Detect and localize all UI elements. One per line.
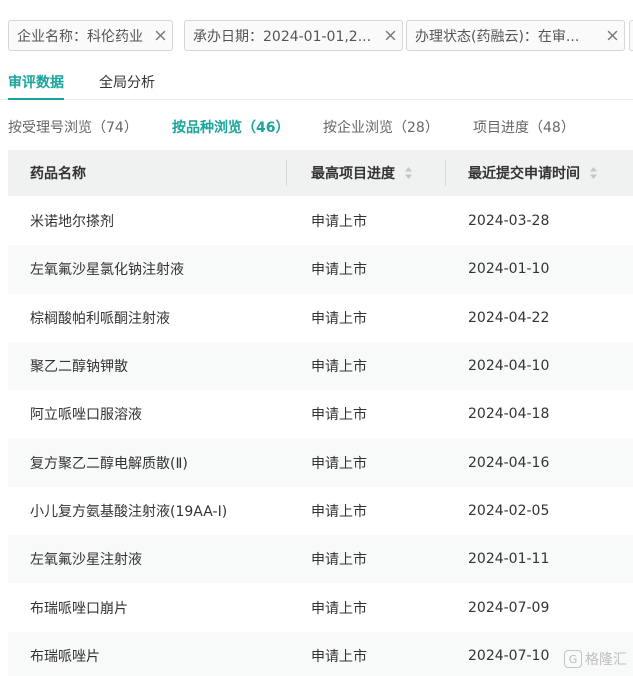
cell-drug-name[interactable]: 布瑞哌唑口崩片: [30, 583, 128, 631]
filter-chip-label: 承办日期：2024-01-01,2...: [193, 28, 372, 45]
filter-chip-label: 办理状态(药融云)：在审...: [415, 28, 580, 45]
cell-drug-name[interactable]: 米诺地尔搽剂: [30, 197, 114, 245]
watermark-text: 格隆汇: [585, 652, 627, 668]
main-tabs: 审评数据 全局分析: [0, 62, 633, 100]
close-icon[interactable]: [600, 21, 624, 50]
filter-chip-label: 企业名称：科伦药业: [17, 28, 143, 45]
subtab-by-company[interactable]: 按企业浏览（28）: [323, 117, 439, 137]
cell-date: 2024-03-28: [468, 213, 550, 230]
cell-drug-name[interactable]: 布瑞哌唑片: [30, 632, 100, 676]
cell-date: 2024-07-09: [468, 599, 550, 616]
filter-chip-status[interactable]: 办理状态(药融云)：在审...: [406, 20, 625, 51]
table-row[interactable]: 阿立哌唑口服溶液 申请上市 2024-04-18: [8, 390, 633, 438]
cell-progress: 申请上市: [311, 214, 367, 231]
close-icon[interactable]: [378, 21, 402, 50]
cell-progress: 申请上市: [311, 455, 367, 472]
cell-date: 2024-02-05: [468, 502, 550, 519]
cell-date: 2024-04-10: [468, 358, 550, 375]
cell-drug-name[interactable]: 复方聚乙二醇电解质散(Ⅱ): [30, 438, 188, 486]
cell-date: 2024-01-11: [468, 551, 550, 568]
cell-progress: 申请上市: [311, 503, 367, 520]
cell-progress: 申请上市: [311, 600, 367, 617]
tab-global-analysis[interactable]: 全局分析: [99, 72, 155, 100]
tab-review-data[interactable]: 审评数据: [8, 72, 64, 100]
table-row[interactable]: 聚乙二醇钠钾散 申请上市 2024-04-10: [8, 341, 633, 391]
column-header-label: 最高项目进度: [311, 166, 395, 182]
table-header: 药品名称 最高项目进度 最近提交申请时间: [8, 150, 633, 196]
watermark: G 格隆汇: [564, 649, 627, 669]
subtab-by-variety[interactable]: 按品种浏览（46）: [172, 117, 289, 137]
cell-drug-name[interactable]: 阿立哌唑口服溶液: [30, 390, 142, 438]
cell-drug-name[interactable]: 棕榈酸帕利哌酮注射液: [30, 294, 170, 342]
column-header-progress[interactable]: 最高项目进度: [311, 150, 413, 196]
filter-chip-more[interactable]: [629, 20, 633, 51]
sort-icon[interactable]: [404, 165, 413, 181]
table-row[interactable]: 布瑞哌唑片 申请上市 2024-07-10: [8, 631, 633, 676]
cell-progress: 申请上市: [311, 262, 367, 279]
watermark-logo-icon: G: [564, 650, 582, 668]
cell-drug-name[interactable]: 左氧氟沙星注射液: [30, 535, 142, 583]
table-row[interactable]: 棕榈酸帕利哌酮注射液 申请上市 2024-04-22: [8, 294, 633, 342]
close-icon[interactable]: [148, 21, 172, 50]
subtab-progress[interactable]: 项目进度（48）: [473, 117, 575, 137]
column-header-drug-name: 药品名称: [30, 150, 86, 196]
sort-icon[interactable]: [589, 165, 598, 181]
table-row[interactable]: 复方聚乙二醇电解质散(Ⅱ) 申请上市 2024-04-16: [8, 438, 633, 487]
column-header-label: 药品名称: [30, 166, 86, 182]
cell-drug-name[interactable]: 聚乙二醇钠钾散: [30, 342, 128, 390]
cell-date: 2024-07-10: [468, 647, 550, 664]
cell-progress: 申请上市: [311, 310, 367, 327]
column-header-label: 最近提交申请时间: [468, 166, 580, 182]
filter-chips: 企业名称：科伦药业 承办日期：2024-01-01,2... 办理状态(药融云)…: [8, 20, 633, 52]
filter-chip-company[interactable]: 企业名称：科伦药业: [8, 20, 173, 51]
column-header-latest-date[interactable]: 最近提交申请时间: [468, 150, 598, 196]
table-row[interactable]: 左氧氟沙星注射液 申请上市 2024-01-11: [8, 535, 633, 584]
cell-progress: 申请上市: [311, 359, 367, 376]
column-divider[interactable]: [445, 160, 446, 186]
cell-date: 2024-01-10: [468, 261, 550, 278]
cell-drug-name[interactable]: 左氧氟沙星氯化钠注射液: [30, 245, 184, 293]
cell-progress: 申请上市: [311, 648, 367, 665]
subtab-by-acceptance-no[interactable]: 按受理号浏览（74）: [8, 117, 138, 137]
table-row[interactable]: 左氧氟沙星氯化钠注射液 申请上市 2024-01-10: [8, 245, 633, 294]
table-body: 米诺地尔搽剂 申请上市 2024-03-28 左氧氟沙星氯化钠注射液 申请上市 …: [8, 197, 633, 676]
cell-progress: 申请上市: [311, 552, 367, 569]
cell-date: 2024-04-16: [468, 454, 550, 471]
filter-chip-date[interactable]: 承办日期：2024-01-01,2...: [184, 20, 403, 51]
table-row[interactable]: 布瑞哌唑口崩片 申请上市 2024-07-09: [8, 583, 633, 631]
column-divider[interactable]: [286, 160, 287, 186]
table-row[interactable]: 小儿复方氨基酸注射液(19AA-Ⅰ) 申请上市 2024-02-05: [8, 487, 633, 535]
cell-date: 2024-04-22: [468, 309, 550, 326]
cell-date: 2024-04-18: [468, 406, 550, 423]
cell-drug-name[interactable]: 小儿复方氨基酸注射液(19AA-Ⅰ): [30, 487, 227, 535]
cell-progress: 申请上市: [311, 407, 367, 424]
table-row[interactable]: 米诺地尔搽剂 申请上市 2024-03-28: [8, 197, 633, 245]
